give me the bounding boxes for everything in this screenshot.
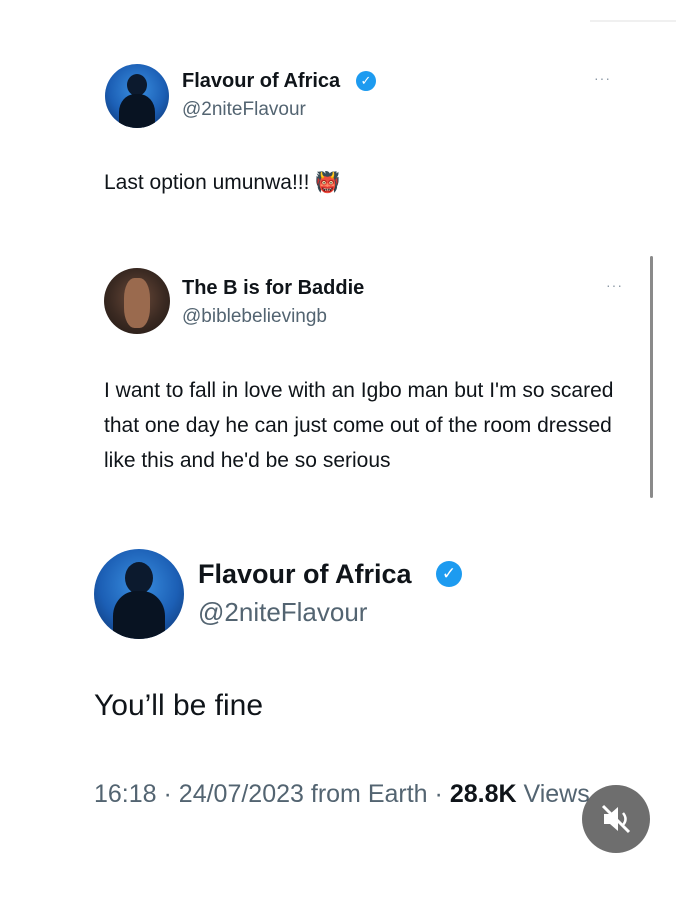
mute-button[interactable] [582,785,650,853]
mute-speaker-icon [601,804,631,834]
tweet-text: I want to fall in love with an Igbo man … [104,379,614,472]
views-label: Views [523,780,590,808]
tweet-date[interactable]: 24/07/2023 [179,780,304,808]
tweet-source: from Earth [310,780,428,808]
tweet-text-body: Last option umunwa!!! [104,171,310,194]
verified-badge-icon: ✓ [356,71,376,91]
tweet-time[interactable]: 16:18 [94,780,157,808]
author-handle[interactable]: @2niteFlavour [198,597,367,628]
tweet-meta: 16:18 · 24/07/2023 from Earth · 28.8K Vi… [94,780,590,808]
author-name[interactable]: Flavour of Africa [182,70,340,93]
views-count: 28.8K [449,780,517,808]
tweet-text: Last option umunwa!!! 👹 [104,170,340,195]
more-options-icon[interactable]: ··· [606,277,623,293]
author-handle[interactable]: @biblebelievingb [182,306,327,328]
more-options-icon[interactable]: ··· [594,70,611,86]
tweet-text: You’ll be fine [94,689,264,722]
author-handle[interactable]: @2niteFlavour [182,99,306,121]
avatar[interactable] [104,268,170,334]
avatar[interactable] [105,64,169,128]
avatar[interactable] [94,549,184,639]
scrollbar[interactable] [650,256,653,498]
divider [590,20,676,22]
ogre-emoji-icon: 👹 [315,172,341,194]
verified-badge-icon: ✓ [436,561,462,587]
author-name[interactable]: The B is for Baddie [182,277,364,300]
author-name[interactable]: Flavour of Africa [198,559,412,590]
